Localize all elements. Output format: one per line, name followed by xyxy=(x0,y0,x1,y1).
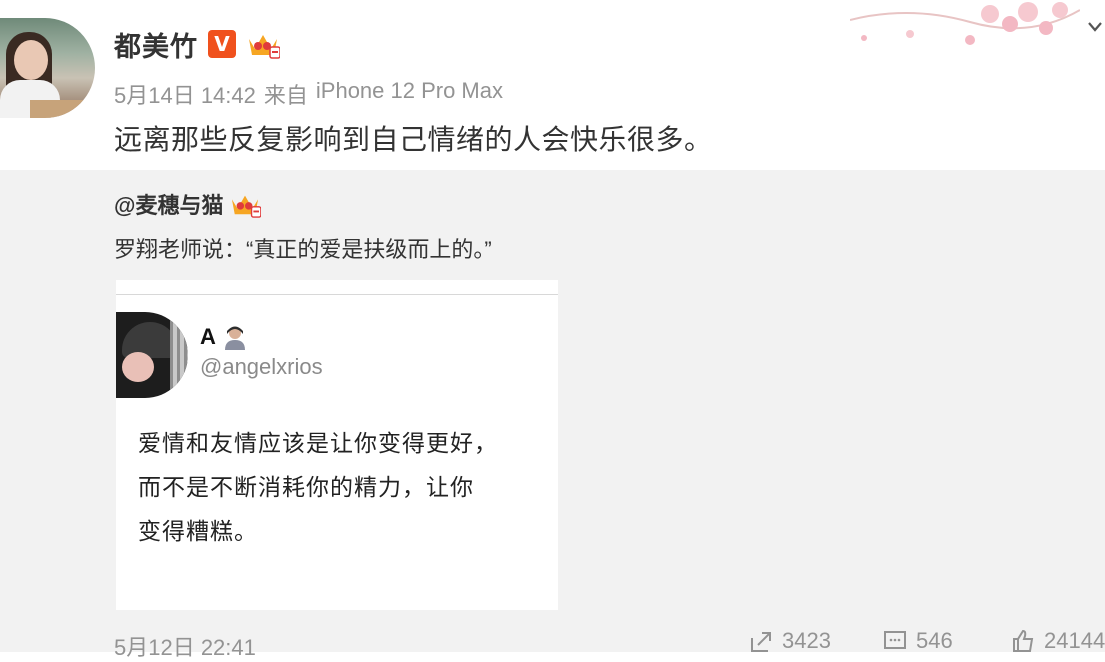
tweet-line: 而不是不断消耗你的精力，让你 xyxy=(138,474,474,500)
tweet-line: 爱情和友情应该是让你变得更好， xyxy=(138,430,498,456)
original-text: 罗翔老师说：“真正的爱是扶级而上的。” xyxy=(114,237,492,262)
user-avatar[interactable] xyxy=(0,18,95,118)
verified-badge-icon: V xyxy=(208,30,236,58)
username[interactable]: 都美竹 xyxy=(114,25,198,64)
share-icon xyxy=(751,632,771,652)
image-divider xyxy=(116,294,558,295)
user-row: 都美竹 V xyxy=(114,25,281,64)
cherry-blossom-decoration xyxy=(850,2,1080,45)
post-date[interactable]: 5月14日 14:42 xyxy=(114,78,256,110)
repost-image[interactable]: A @angelxrios 爱情和友情应该是让你变得更好， 而不是不断消耗你的精… xyxy=(116,280,558,610)
tweet-name: A xyxy=(200,324,216,349)
repost-card[interactable]: @麦穗与猫 罗翔老师说：“真正的爱是扶级而上的。” A @angelxrios … xyxy=(0,170,1105,660)
post-meta: 5月14日 14:42 来自 iPhone 12 Pro Max xyxy=(114,78,503,110)
chevron-down-icon[interactable] xyxy=(1085,16,1105,38)
tweet-handle: @angelxrios xyxy=(200,354,323,379)
thumbs-up-icon xyxy=(1013,629,1034,652)
like-button[interactable]: 24144 xyxy=(1010,628,1105,654)
crown-badge-icon[interactable] xyxy=(246,29,281,59)
comment-count: 546 xyxy=(916,628,953,653)
original-username[interactable]: @麦穗与猫 xyxy=(114,188,223,220)
post-text: 远离那些反复影响到自己情绪的人会快乐很多。 xyxy=(114,124,713,155)
person-emoji-icon xyxy=(224,326,245,350)
original-user-row: @麦穗与猫 xyxy=(114,188,262,220)
source-prefix: 来自 xyxy=(263,83,308,108)
like-count: 24144 xyxy=(1044,628,1105,653)
tweet-avatar xyxy=(116,312,188,398)
comment-button[interactable]: 546 xyxy=(882,628,953,654)
weibo-post: 都美竹 V 5月14日 14:42 来自 iPhone 12 Pro Max 远… xyxy=(0,0,1105,170)
crown-badge-icon[interactable] xyxy=(229,190,262,218)
comment-icon xyxy=(884,631,906,649)
repost-button[interactable]: 3423 xyxy=(748,628,831,654)
repost-date[interactable]: 5月12日 22:41 xyxy=(114,630,256,662)
repost-footer: 5月12日 22:41 3423 546 24144 xyxy=(0,628,1105,660)
source-device: iPhone 12 Pro Max xyxy=(315,78,503,103)
tweet-name-row: A xyxy=(200,324,248,350)
repost-count: 3423 xyxy=(782,628,831,653)
tweet-line: 变得糟糕。 xyxy=(138,518,258,544)
